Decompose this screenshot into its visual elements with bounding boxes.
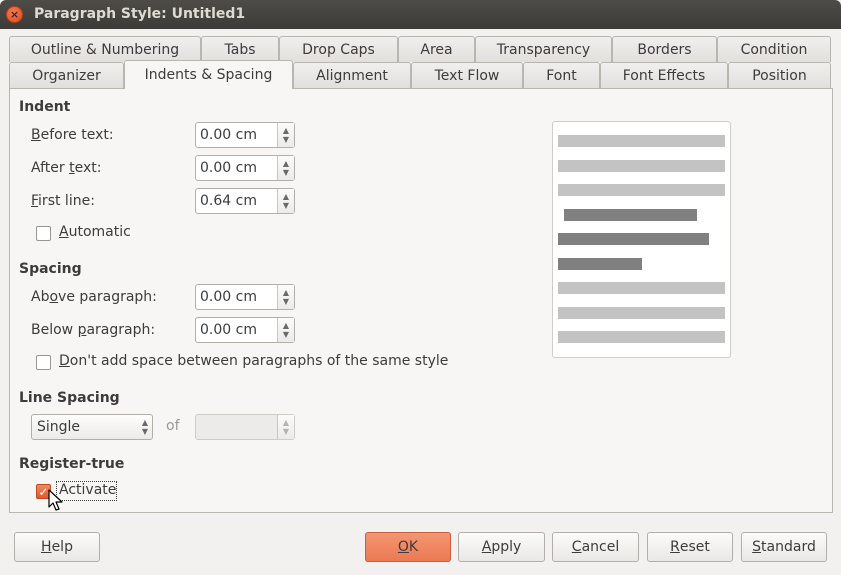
of-label: of (166, 418, 180, 434)
line-spacing-select[interactable]: Single ▲ ▼ (31, 414, 153, 440)
first-line-spinner[interactable]: 0.64 cm ▲ ▼ (195, 188, 295, 214)
before-text-label: Before text: (31, 127, 114, 143)
no-space-label[interactable]: Don't add space between paragraphs of th… (59, 353, 448, 369)
after-text-value[interactable]: 0.00 cm (196, 156, 277, 180)
line-spacing-heading: Line Spacing (19, 390, 120, 406)
preview-current-line (564, 209, 697, 221)
up-arrow-icon[interactable]: ▲ (283, 192, 289, 201)
preview-current-line (558, 258, 642, 270)
before-text-spinner[interactable]: 0.00 cm ▲ ▼ (195, 122, 295, 148)
ok-button[interactable]: OK (365, 532, 451, 562)
activate-label[interactable]: Activate (59, 482, 116, 498)
title-bar: × Paragraph Style: Untitled1 (0, 0, 841, 29)
automatic-label[interactable]: Automatic (59, 224, 131, 240)
cancel-button[interactable]: Cancel (552, 532, 639, 562)
preview-line (558, 135, 725, 147)
down-arrow-icon[interactable]: ▼ (283, 297, 289, 306)
down-arrow-icon[interactable]: ▼ (283, 201, 289, 210)
preview-line (558, 282, 725, 294)
window-title: Paragraph Style: Untitled1 (34, 6, 246, 22)
preview-line (558, 331, 725, 343)
reset-button[interactable]: Reset (647, 532, 733, 562)
tab-position[interactable]: Position (728, 62, 831, 88)
line-spacing-of-spinner: ▲ ▼ (195, 414, 295, 440)
paragraph-preview (552, 121, 731, 358)
down-arrow-icon[interactable]: ▼ (283, 330, 289, 339)
automatic-checkbox[interactable] (36, 226, 51, 241)
mouse-pointer-icon (48, 489, 63, 511)
below-paragraph-label: Below paragraph: (31, 322, 156, 338)
no-space-checkbox[interactable] (36, 355, 51, 370)
preview-line (558, 307, 725, 319)
standard-button[interactable]: Standard (741, 532, 827, 562)
below-paragraph-value[interactable]: 0.00 cm (196, 318, 277, 342)
indent-heading: Indent (19, 99, 71, 115)
preview-line (558, 160, 725, 172)
tab-condition[interactable]: Condition (717, 36, 831, 62)
down-arrow-icon: ▼ (282, 427, 290, 436)
tab-borders[interactable]: Borders (612, 36, 717, 62)
up-arrow-icon[interactable]: ▲ (283, 126, 289, 135)
tab-font-effects[interactable]: Font Effects (600, 62, 728, 88)
above-paragraph-spinner[interactable]: 0.00 cm ▲ ▼ (195, 284, 295, 310)
down-arrow-icon[interactable]: ▼ (283, 135, 289, 144)
up-arrow-icon[interactable]: ▲ (283, 321, 289, 330)
line-spacing-value: Single (37, 419, 81, 435)
line-spacing-of-value (196, 415, 277, 439)
down-arrow-icon[interactable]: ▼ (283, 168, 289, 177)
register-true-heading: Register-true (19, 456, 125, 472)
tab-outline-numbering[interactable]: Outline & Numbering (9, 36, 201, 62)
tab-alignment[interactable]: Alignment (293, 62, 411, 88)
tab-organizer[interactable]: Organizer (9, 62, 124, 88)
apply-button[interactable]: Apply (458, 532, 545, 562)
up-arrow-icon: ▲ (282, 418, 290, 427)
first-line-label: First line: (31, 193, 95, 209)
below-paragraph-spinner[interactable]: 0.00 cm ▲ ▼ (195, 317, 295, 343)
first-line-value[interactable]: 0.64 cm (196, 189, 277, 213)
tab-tabs[interactable]: Tabs (201, 36, 279, 62)
up-arrow-icon[interactable]: ▲ (283, 159, 289, 168)
after-text-label: After text: (31, 160, 102, 176)
before-text-value[interactable]: 0.00 cm (196, 123, 277, 147)
help-button[interactable]: Help (14, 532, 100, 562)
down-arrow-icon: ▼ (141, 427, 148, 436)
tab-indents-spacing[interactable]: Indents & Spacing (124, 60, 293, 89)
tab-area[interactable]: Area (398, 36, 475, 62)
close-icon[interactable]: × (6, 6, 23, 23)
after-text-spinner[interactable]: 0.00 cm ▲ ▼ (195, 155, 295, 181)
tab-transparency[interactable]: Transparency (475, 36, 612, 62)
above-paragraph-label: Above paragraph: (31, 289, 157, 305)
tab-drop-caps[interactable]: Drop Caps (279, 36, 398, 62)
preview-line (558, 184, 725, 196)
up-arrow-icon[interactable]: ▲ (283, 288, 289, 297)
up-arrow-icon: ▲ (141, 418, 148, 427)
spacing-heading: Spacing (19, 261, 82, 277)
tab-text-flow[interactable]: Text Flow (411, 62, 523, 88)
preview-current-line (558, 233, 709, 245)
above-paragraph-value[interactable]: 0.00 cm (196, 285, 277, 309)
tab-font[interactable]: Font (523, 62, 600, 88)
